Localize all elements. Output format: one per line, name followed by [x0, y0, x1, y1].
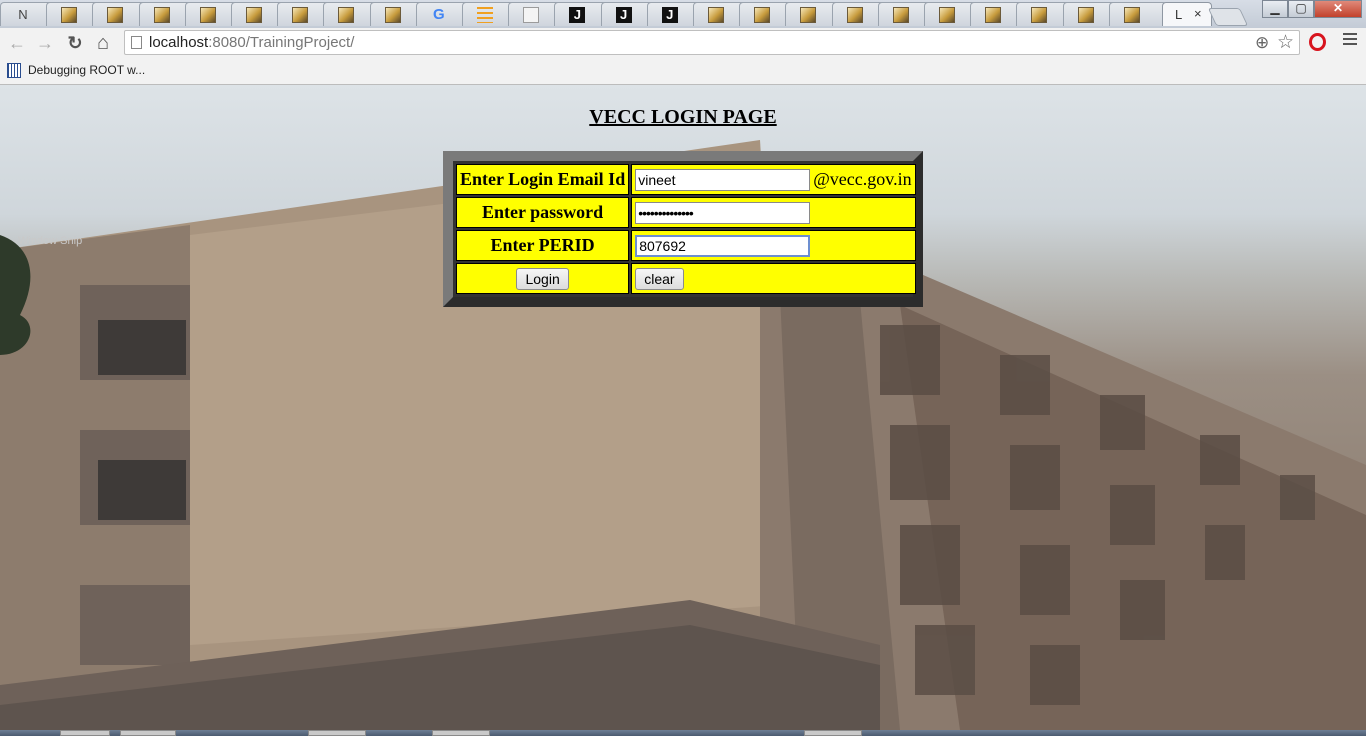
- browser-tab[interactable]: [1108, 2, 1167, 26]
- j-favicon: J: [615, 7, 632, 23]
- password-label: Enter password: [456, 197, 630, 228]
- address-bar[interactable]: localhost:8080/TrainingProject/ ⊕ ☆: [124, 30, 1300, 55]
- bookmarks-bar: Debugging ROOT w...: [0, 58, 1366, 85]
- image-favicon: [985, 7, 1002, 23]
- image-favicon: [292, 7, 309, 23]
- active-tab-title: L: [1175, 7, 1183, 22]
- opera-extension-icon[interactable]: [1309, 33, 1326, 51]
- maximize-button[interactable]: ▢: [1288, 0, 1314, 18]
- password-cell: ••••••••••••••: [631, 197, 916, 228]
- url-host: localhost: [149, 34, 209, 51]
- clear-cell: clear: [631, 263, 916, 294]
- document-favicon: [523, 7, 540, 23]
- menu-favicon: [477, 7, 493, 23]
- login-form: Enter Login Email Id vineet @vecc.gov.in …: [454, 162, 918, 296]
- image-favicon: [107, 7, 124, 23]
- perid-input[interactable]: 807692: [635, 234, 811, 257]
- reload-icon[interactable]: ↻: [64, 32, 86, 54]
- image-favicon: [199, 7, 216, 23]
- home-icon[interactable]: ⌂: [92, 32, 114, 54]
- image-favicon: [1123, 7, 1140, 23]
- perid-label: Enter PERID: [456, 230, 630, 261]
- bookmark-star-icon[interactable]: ☆: [1277, 31, 1294, 54]
- email-domain-suffix: @vecc.gov.in: [813, 169, 912, 190]
- login-cell: Login: [456, 263, 630, 294]
- j-favicon: J: [569, 7, 586, 23]
- taskbar-item[interactable]: [804, 730, 862, 736]
- taskbar: [0, 730, 1366, 736]
- bookmark-favicon-icon: [7, 63, 21, 78]
- back-arrow-icon[interactable]: ←: [6, 32, 28, 54]
- page-title: VECC LOGIN PAGE: [589, 106, 777, 128]
- n-letter-icon: N: [18, 7, 28, 22]
- j-favicon: J: [661, 7, 678, 23]
- browser-toolbar: ← → ↻ ⌂ localhost:8080/TrainingProject/ …: [0, 28, 1366, 59]
- url-path: :8080/TrainingProject/: [208, 34, 355, 51]
- image-favicon: [153, 7, 170, 23]
- page-viewport: VECC LOGIN PAGE Window Snip Enter Login …: [0, 85, 1366, 730]
- image-favicon: [800, 7, 817, 23]
- close-window-button[interactable]: ✕: [1314, 0, 1362, 18]
- minimize-button[interactable]: ▁: [1262, 0, 1288, 18]
- taskbar-item[interactable]: [60, 730, 110, 736]
- perid-cell: 807692: [631, 230, 916, 261]
- tab-close-icon[interactable]: ×: [1194, 6, 1202, 21]
- image-favicon: [892, 7, 909, 23]
- bookmark-debugging-root[interactable]: Debugging ROOT w...: [28, 63, 145, 77]
- address-url: localhost:8080/TrainingProject/: [149, 34, 354, 51]
- password-input[interactable]: ••••••••••••••: [635, 201, 811, 224]
- clear-button[interactable]: clear: [635, 267, 684, 290]
- zoom-icon[interactable]: ⊕: [1255, 33, 1269, 53]
- new-tab-button[interactable]: [1207, 8, 1249, 26]
- image-favicon: [1077, 7, 1094, 23]
- image-favicon: [939, 7, 955, 23]
- active-tab[interactable]: L ×: [1162, 2, 1212, 26]
- taskbar-item[interactable]: [432, 730, 490, 736]
- image-favicon: [1031, 7, 1048, 23]
- window-snip-watermark: Window Snip: [18, 235, 83, 247]
- login-button[interactable]: Login: [516, 267, 569, 290]
- image-favicon: [846, 7, 863, 23]
- image-favicon: [61, 7, 78, 23]
- image-favicon: [708, 7, 724, 23]
- buttons-row: Login clear: [456, 263, 916, 294]
- email-row: Enter Login Email Id vineet @vecc.gov.in: [456, 164, 916, 195]
- taskbar-item[interactable]: [308, 730, 366, 736]
- browser-menu-icon[interactable]: [1343, 33, 1357, 47]
- page-icon: [131, 36, 142, 49]
- google-favicon: G: [432, 6, 445, 23]
- image-favicon: [754, 7, 771, 23]
- email-input[interactable]: vineet: [635, 168, 811, 191]
- password-row: Enter password ••••••••••••••: [456, 197, 916, 228]
- email-label: Enter Login Email Id: [456, 164, 630, 195]
- image-favicon: [384, 7, 401, 23]
- taskbar-item[interactable]: [120, 730, 176, 736]
- forward-arrow-icon[interactable]: →: [34, 32, 56, 54]
- email-cell: vineet @vecc.gov.in: [631, 164, 916, 195]
- image-favicon: [246, 7, 262, 23]
- perid-row: Enter PERID 807692: [456, 230, 916, 261]
- image-favicon: [338, 7, 355, 23]
- tab-strip: N G J J J L × ▁ ▢ ✕: [0, 0, 1366, 28]
- login-form-frame: Enter Login Email Id vineet @vecc.gov.in …: [443, 151, 923, 307]
